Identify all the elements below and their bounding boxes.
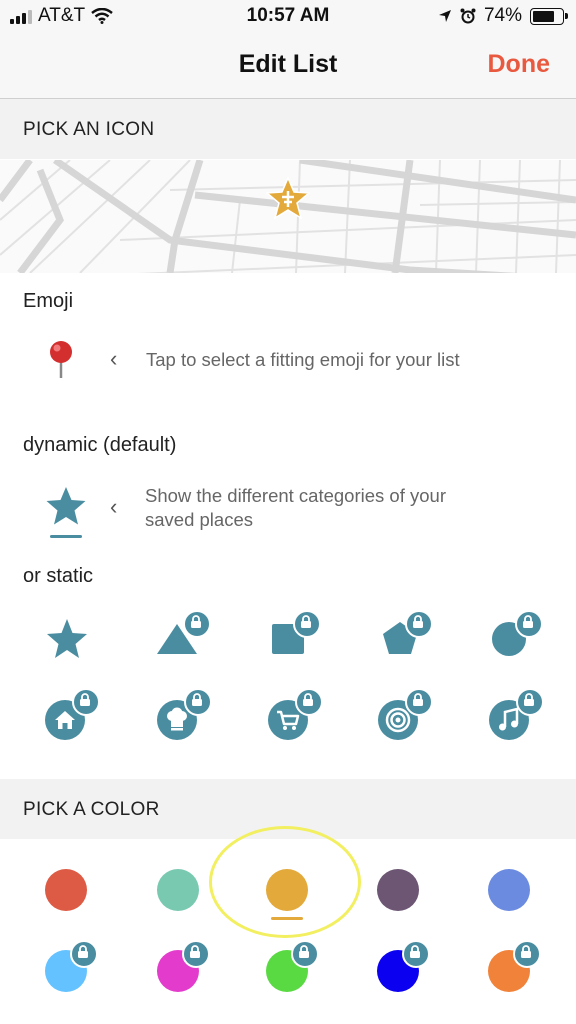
color-swatch-selected[interactable] bbox=[266, 869, 308, 911]
lock-icon bbox=[516, 688, 544, 716]
color-swatch[interactable] bbox=[488, 940, 541, 992]
map-preview bbox=[0, 160, 576, 273]
static-triangle-icon[interactable] bbox=[155, 610, 211, 664]
lock-icon bbox=[72, 688, 100, 716]
static-music-note-icon[interactable] bbox=[488, 688, 544, 744]
color-swatch[interactable] bbox=[157, 869, 199, 911]
static-cart-icon[interactable] bbox=[267, 688, 323, 744]
lock-icon bbox=[402, 940, 430, 968]
pushpin-emoji-icon[interactable] bbox=[46, 338, 78, 382]
dynamic-hint-line2[interactable]: saved places bbox=[145, 508, 253, 532]
emoji-label: Emoji bbox=[23, 290, 74, 312]
static-target-icon[interactable] bbox=[377, 688, 433, 744]
static-circle-icon[interactable] bbox=[490, 610, 543, 664]
pick-color-header: PICK A COLOR bbox=[0, 779, 576, 839]
color-swatch[interactable] bbox=[157, 940, 210, 992]
color-swatch[interactable] bbox=[45, 869, 87, 911]
dynamic-chevron-left-icon[interactable]: ‹ bbox=[110, 494, 117, 520]
pick-icon-header: PICK AN ICON bbox=[0, 99, 576, 159]
done-button[interactable]: Done bbox=[488, 50, 551, 79]
static-label: or static bbox=[23, 565, 94, 587]
static-pentagon-icon[interactable] bbox=[379, 610, 433, 664]
lock-icon bbox=[291, 940, 319, 968]
color-swatch[interactable] bbox=[45, 940, 98, 992]
dynamic-hint-line1[interactable]: Show the different categories of your bbox=[145, 484, 446, 508]
lock-icon bbox=[293, 610, 321, 638]
map-star-marker-icon bbox=[266, 177, 310, 219]
color-swatch[interactable] bbox=[377, 869, 419, 911]
pick-icon-header-label: PICK AN ICON bbox=[23, 119, 155, 140]
lock-icon bbox=[513, 940, 541, 968]
color-swatch[interactable] bbox=[488, 869, 530, 911]
static-star-icon[interactable] bbox=[43, 616, 91, 664]
color-selected-indicator bbox=[271, 917, 303, 920]
emoji-hint[interactable]: Tap to select a fitting emoji for your l… bbox=[146, 348, 460, 372]
color-swatch[interactable] bbox=[266, 940, 319, 992]
lock-icon bbox=[405, 610, 433, 638]
dynamic-selected-indicator bbox=[50, 535, 82, 538]
nav-bar: Edit List Done bbox=[0, 34, 576, 99]
alarm-icon bbox=[460, 8, 476, 24]
lock-icon bbox=[515, 610, 543, 638]
lock-icon bbox=[405, 688, 433, 716]
location-arrow-icon bbox=[438, 10, 451, 22]
static-square-icon[interactable] bbox=[267, 610, 321, 664]
lock-icon bbox=[184, 688, 212, 716]
status-right: 74% bbox=[438, 5, 568, 27]
battery-percent: 74% bbox=[483, 5, 522, 26]
static-chef-hat-icon[interactable] bbox=[156, 688, 212, 744]
status-bar: AT&T 10:57 AM 74% bbox=[0, 0, 576, 34]
dynamic-star-icon[interactable] bbox=[45, 486, 87, 526]
lock-icon bbox=[182, 940, 210, 968]
lock-icon bbox=[295, 688, 323, 716]
dynamic-label: dynamic (default) bbox=[23, 434, 177, 456]
lock-icon bbox=[183, 610, 211, 638]
static-home-icon[interactable] bbox=[44, 688, 100, 744]
emoji-chevron-left-icon[interactable]: ‹ bbox=[110, 346, 117, 372]
color-swatch[interactable] bbox=[377, 940, 430, 992]
pick-color-header-label: PICK A COLOR bbox=[23, 799, 160, 820]
lock-icon bbox=[70, 940, 98, 968]
battery-icon bbox=[530, 7, 568, 25]
